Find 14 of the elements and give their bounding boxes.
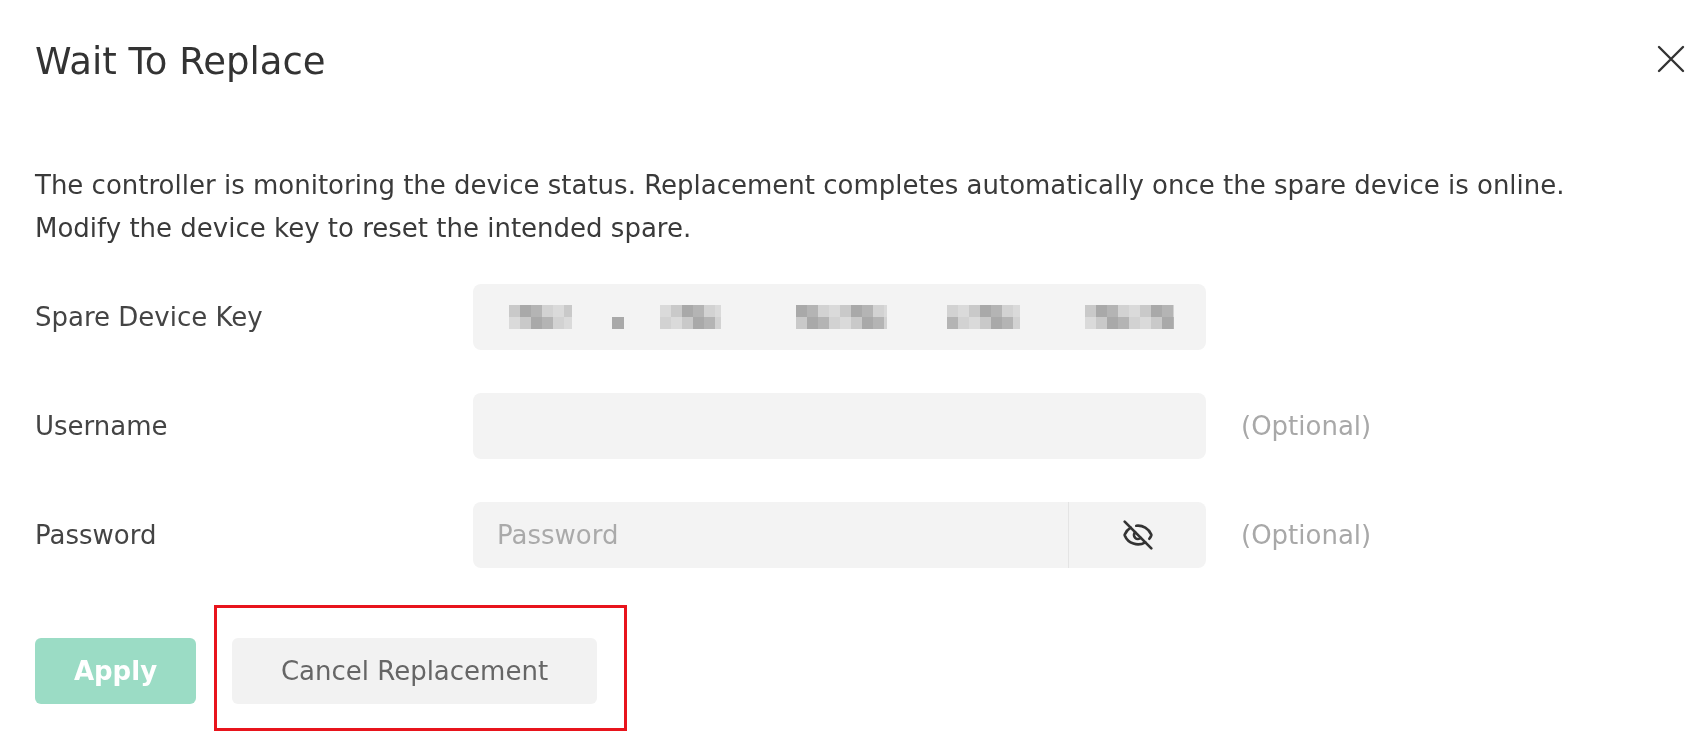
field-label: Password: [35, 520, 158, 550]
password-field[interactable]: Password: [473, 502, 1068, 568]
password-visibility-toggle[interactable]: [1068, 502, 1206, 568]
optional-hint: (Optional): [1241, 411, 1372, 441]
close-icon: [1657, 45, 1685, 73]
field-label: Username: [35, 411, 169, 441]
field-label: Spare Device Key: [35, 302, 264, 332]
optional-hint: (Optional): [1241, 520, 1372, 550]
close-button[interactable]: [1657, 45, 1685, 73]
description-text: The controller is monitoring the device status. Replacement completes automatically once the spare device is online. Modify the device key to reset the intended spare.: [35, 169, 1566, 245]
cancel-replacement-button[interactable]: Cancel Replacement: [232, 638, 597, 704]
eye-off-icon: [1121, 519, 1154, 551]
dialog-title: Wait To Replace: [35, 39, 326, 85]
device-key-field[interactable]: [473, 284, 1206, 350]
